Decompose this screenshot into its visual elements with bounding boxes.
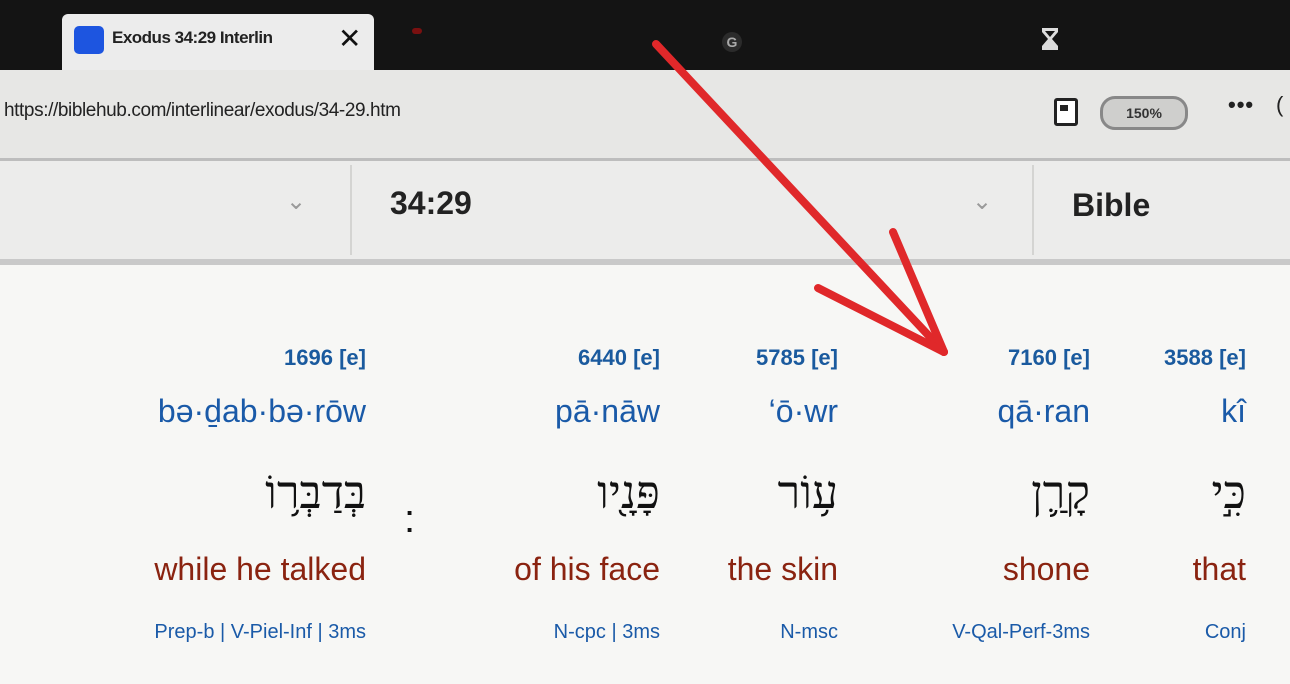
more-actions-icon[interactable]: •••: [1228, 92, 1254, 118]
version-label: Bible: [1072, 187, 1151, 223]
tab-indicator-icon: [412, 28, 422, 34]
chevron-down-icon: ⌄: [972, 188, 993, 215]
strongs-number-link[interactable]: 5785 [e]: [756, 345, 838, 371]
parsing-link[interactable]: N-msc: [780, 621, 838, 644]
strongs-number-link[interactable]: 3588 [e]: [1164, 345, 1246, 371]
english-gloss: that: [1192, 551, 1246, 587]
strongs-number-link[interactable]: 6440 [e]: [578, 345, 660, 371]
hourglass-icon[interactable]: [1040, 26, 1060, 52]
english-gloss: of his face: [514, 551, 660, 587]
url-field[interactable]: https://biblehub.com/interlinear/exodus/…: [4, 100, 401, 122]
verse-select[interactable]: 34:29 ⌄: [352, 161, 1032, 259]
chevron-down-icon: ⌄: [286, 188, 307, 215]
english-gloss: the skin: [727, 551, 838, 587]
hebrew-word: פָּנָ֖יו: [597, 465, 660, 519]
zoom-level-badge[interactable]: 150%: [1100, 96, 1188, 130]
browser-tab-bar: Exodus 34:29 Interlin ✕ G: [0, 0, 1290, 70]
transliteration-link[interactable]: pā·nāw: [555, 393, 660, 430]
version-select[interactable]: Bible: [1034, 161, 1290, 259]
strongs-number-link[interactable]: 1696 [e]: [284, 345, 366, 371]
reader-view-icon[interactable]: [1054, 98, 1078, 126]
transliteration-link[interactable]: qā·ran: [998, 393, 1091, 430]
transliteration-link[interactable]: kî: [1221, 393, 1246, 430]
tab-title: Exodus 34:29 Interlin: [112, 28, 273, 47]
address-bar: https://biblehub.com/interlinear/exodus/…: [0, 70, 1290, 161]
book-chapter-select[interactable]: ⌄: [0, 161, 350, 259]
transliteration-link[interactable]: ‘ō·wr: [769, 393, 838, 430]
parsing-link[interactable]: V-Qal-Perf-3ms: [952, 621, 1090, 644]
strongs-number-link[interactable]: 7160 [e]: [1008, 345, 1090, 371]
transliteration-link[interactable]: bə·ḏab·bə·rōw: [158, 393, 366, 430]
parsing-link[interactable]: Prep-b | V-Piel-Inf | 3ms: [154, 621, 366, 644]
parsing-link[interactable]: Conj: [1205, 621, 1246, 644]
interlinear-table: 3588 [e] kî כִּ֣י that Conj 7160 [e] qā·…: [0, 265, 1290, 684]
hebrew-word: בְּדַבְּר֥וֹ: [265, 465, 366, 519]
english-gloss: shone: [1002, 551, 1090, 587]
google-icon[interactable]: G: [722, 32, 742, 52]
english-gloss: while he talked: [154, 551, 366, 587]
biblehub-favicon-icon: [74, 26, 104, 54]
hebrew-word: ע֥וֹר: [777, 465, 838, 519]
browser-tab[interactable]: Exodus 34:29 Interlin ✕: [62, 14, 374, 70]
passage-navigation: ⌄ 34:29 ⌄ Bible: [0, 161, 1290, 265]
parsing-link[interactable]: N-cpc | 3ms: [554, 621, 660, 644]
close-tab-icon[interactable]: ✕: [338, 22, 361, 55]
hebrew-word: קָרַ֛ן: [1031, 465, 1090, 519]
hebrew-word: כִּ֣י: [1211, 465, 1246, 519]
extension-icon[interactable]: (: [1276, 92, 1283, 118]
verse-label: 34:29: [390, 185, 472, 221]
